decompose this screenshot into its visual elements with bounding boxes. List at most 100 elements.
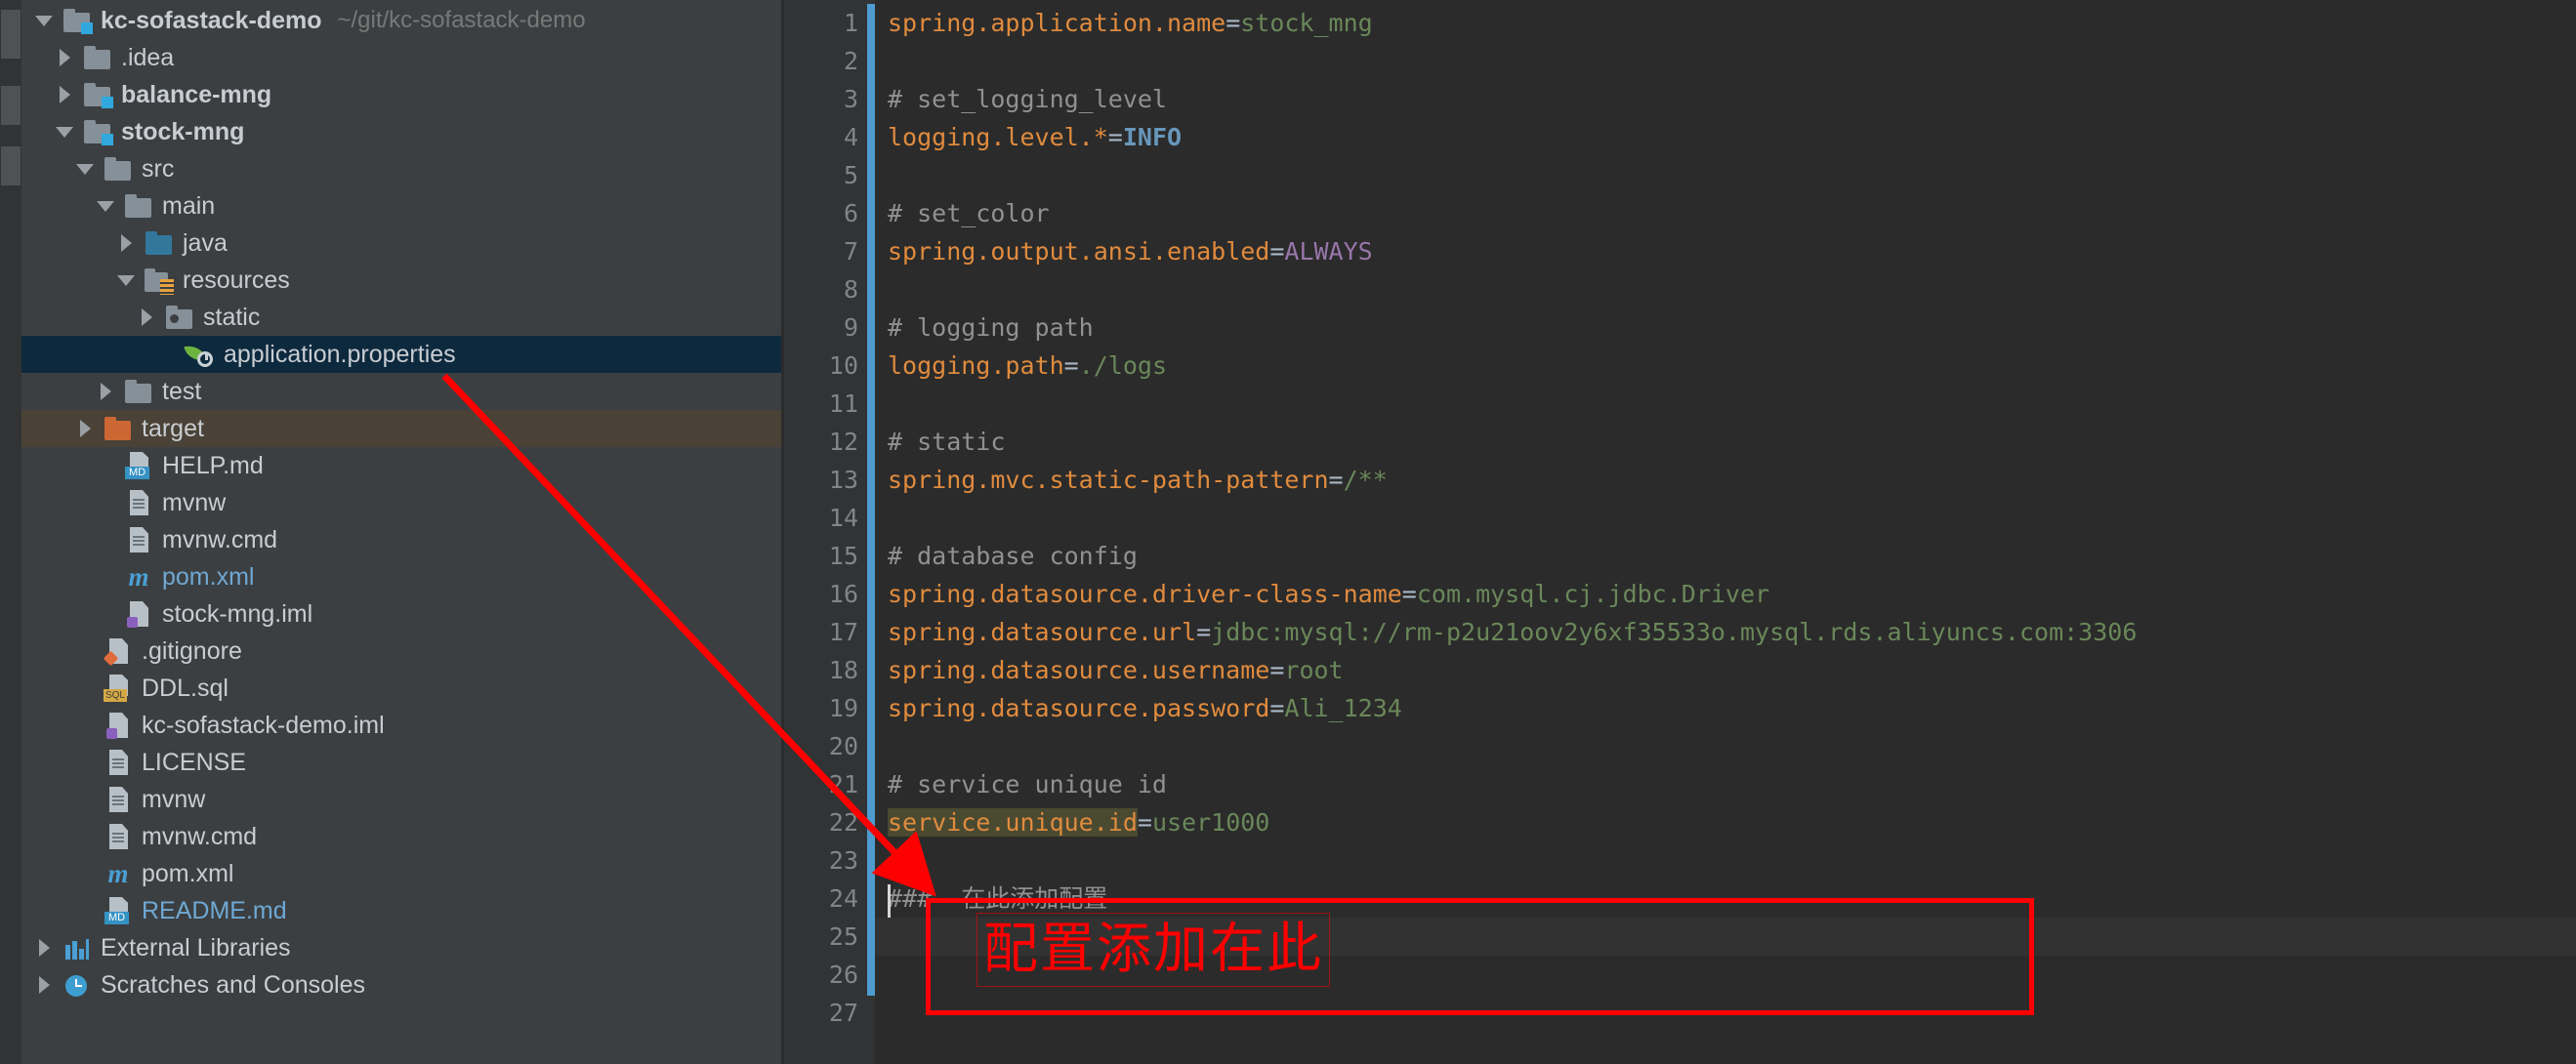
tree-node-ddl-sql[interactable]: SQL DDL.sql <box>21 670 781 707</box>
tree-node-kc-sofastack-demo[interactable]: kc-sofastack-demo ~/git/kc-sofastack-demo <box>21 2 781 39</box>
tree-node-scratches-and-consoles[interactable]: Scratches and Consoles <box>21 966 781 1003</box>
tree-node-resources[interactable]: resources <box>21 262 781 299</box>
code-line[interactable]: spring.datasource.password=Ali_1234 <box>875 689 2576 727</box>
chevron-right-icon[interactable] <box>27 939 61 957</box>
rail-tab-structure[interactable] <box>1 86 21 125</box>
chevron-down-icon[interactable] <box>68 163 102 175</box>
tree-node-mvnw[interactable]: mvnw <box>21 484 781 521</box>
code-line[interactable]: logging.level.*=INFO <box>875 118 2576 156</box>
chevron-right-icon[interactable] <box>68 420 102 437</box>
code-line[interactable] <box>875 385 2576 423</box>
code-line[interactable] <box>875 499 2576 537</box>
tree-node-gitignore[interactable]: .gitignore <box>21 633 781 670</box>
code-line[interactable]: spring.application.name=stock_mng <box>875 4 2576 42</box>
line-number: 21 <box>828 770 858 798</box>
code-line[interactable] <box>875 270 2576 308</box>
code-line[interactable]: # set_color <box>875 194 2576 232</box>
tree-node-src[interactable]: src <box>21 150 781 187</box>
code-token: = <box>1107 123 1123 151</box>
line-number: 17 <box>828 618 858 646</box>
code-line[interactable] <box>875 918 2576 956</box>
chevron-down-icon[interactable] <box>89 200 122 212</box>
line-number: 13 <box>828 466 858 494</box>
tree-node-mvnw-cmd[interactable]: mvnw.cmd <box>21 521 781 558</box>
code-line[interactable]: spring.output.ansi.enabled=ALWAYS <box>875 232 2576 270</box>
tree-node-license[interactable]: LICENSE <box>21 744 781 781</box>
tree-node-idea[interactable]: .idea <box>21 39 781 76</box>
code-token: Ali_1234 <box>1284 694 1402 722</box>
tree-node-static[interactable]: static <box>21 299 781 336</box>
modified-lines-marker <box>867 4 875 996</box>
tree-node-java[interactable]: java <box>21 225 781 262</box>
tree-node-mvnw-cmd[interactable]: mvnw.cmd <box>21 818 781 855</box>
chevron-right-icon[interactable] <box>48 86 81 103</box>
code-line[interactable]: spring.datasource.username=root <box>875 651 2576 689</box>
project-tree[interactable]: kc-sofastack-demo ~/git/kc-sofastack-demo… <box>21 0 781 1003</box>
chevron-down-icon[interactable] <box>27 15 61 26</box>
line-number: 2 <box>843 47 858 75</box>
code-line[interactable]: # set_logging_level <box>875 80 2576 118</box>
tree-node-target[interactable]: target <box>21 410 781 447</box>
code-token: spring.application.name <box>888 9 1226 37</box>
code-line[interactable] <box>875 994 2576 1032</box>
line-number: 12 <box>828 428 858 456</box>
code-line[interactable]: ### 在此添加配置 <box>875 880 2576 918</box>
chevron-right-icon[interactable] <box>109 234 143 252</box>
chevron-right-icon[interactable] <box>130 308 163 326</box>
code-line[interactable]: spring.datasource.url=jdbc:mysql://rm-p2… <box>875 613 2576 651</box>
line-number-gutter: 1 2 3 4 5 6 7 8 9 10 11 12 13 14 15 16 17 18 19 20 21 22 23 24 2… <box>784 0 872 1064</box>
editor-divider <box>781 0 784 1064</box>
chevron-right-icon[interactable] <box>89 383 122 400</box>
tree-node-main[interactable]: main <box>21 187 781 225</box>
code-line[interactable] <box>875 156 2576 194</box>
tree-node-label: stock-mng.iml <box>162 599 313 628</box>
code-token: # set_logging_level <box>888 85 1167 113</box>
chevron-down-icon[interactable] <box>109 274 143 286</box>
tree-node-mvnw[interactable]: mvnw <box>21 781 781 818</box>
code-line[interactable]: spring.datasource.driver-class-name=com.… <box>875 575 2576 613</box>
tree-node-balance-mng[interactable]: balance-mng <box>21 76 781 113</box>
tree-node-help-md[interactable]: MD HELP.md <box>21 447 781 484</box>
line-number: 16 <box>828 580 858 608</box>
code-line[interactable]: # static <box>875 423 2576 461</box>
tree-node-application-properties[interactable]: application.properties <box>21 336 781 373</box>
code-token: # static <box>888 428 1006 456</box>
code-token: = <box>1196 618 1212 646</box>
folder-icon <box>122 191 155 221</box>
folder-icon <box>122 377 155 406</box>
editor-area: 1 2 3 4 5 6 7 8 9 10 11 12 13 14 15 16 17 18 19 20 21 22 23 24 2… <box>781 0 2576 1064</box>
code-line[interactable]: service.unique.id=user1000 <box>875 803 2576 841</box>
chevron-down-icon[interactable] <box>48 126 81 138</box>
code-line[interactable]: logging.path=./logs <box>875 347 2576 385</box>
iml-file-icon <box>102 711 135 740</box>
tree-node-stock-mng-iml[interactable]: stock-mng.iml <box>21 595 781 633</box>
code-line[interactable]: # logging path <box>875 308 2576 347</box>
code-line[interactable] <box>875 727 2576 765</box>
tree-node-test[interactable]: test <box>21 373 781 410</box>
markdown-file-icon: MD <box>122 451 155 480</box>
code-line[interactable] <box>875 42 2576 80</box>
code-line[interactable]: spring.mvc.static-path-pattern=/** <box>875 461 2576 499</box>
code-line[interactable]: # service unique id <box>875 765 2576 803</box>
rail-tab-favorites[interactable] <box>1 146 21 185</box>
file-icon <box>122 525 155 554</box>
target-folder-icon <box>102 414 135 443</box>
code-token: # set_color <box>888 199 1050 227</box>
code-token: spring.datasource.password <box>888 694 1270 722</box>
chevron-right-icon[interactable] <box>27 976 61 994</box>
code-line[interactable] <box>875 841 2576 880</box>
tree-node-pom-xml[interactable]: m pom.xml <box>21 558 781 595</box>
tree-node-label: .idea <box>121 43 175 71</box>
tree-node-stock-mng[interactable]: stock-mng <box>21 113 781 150</box>
code-content[interactable]: spring.application.name=stock_mng # set_… <box>875 0 2576 1064</box>
tree-node-external-libraries[interactable]: External Libraries <box>21 929 781 966</box>
tree-node-pom-xml[interactable]: m pom.xml <box>21 855 781 892</box>
tree-node-readme-md[interactable]: MD README.md <box>21 892 781 929</box>
tree-node-label: static <box>203 303 261 331</box>
tree-node-kc-sofastack-demo-iml[interactable]: kc-sofastack-demo.iml <box>21 707 781 744</box>
rail-tab-project[interactable] <box>1 10 21 59</box>
chevron-right-icon[interactable] <box>48 49 81 66</box>
code-line[interactable]: # database config <box>875 537 2576 575</box>
code-line[interactable] <box>875 956 2576 994</box>
code-token: jdbc:mysql://rm-p2u21oov2y6xf35533o.mysq… <box>1211 618 2138 646</box>
